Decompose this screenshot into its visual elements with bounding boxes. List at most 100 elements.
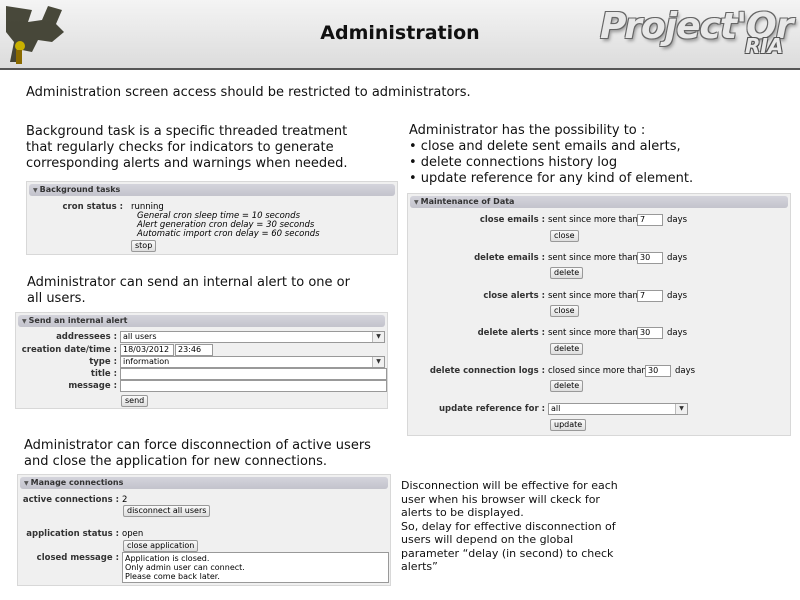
- import-cron-delay: Automatic import cron delay = 60 seconds: [137, 229, 320, 239]
- stop-cron-button[interactable]: stop: [131, 240, 157, 252]
- title-label: title :: [90, 369, 117, 379]
- update-reference-value: all: [551, 404, 561, 413]
- cron-status-label: cron status :: [62, 202, 123, 212]
- closed-message-line: Only admin user can connect.: [125, 563, 245, 572]
- collapse-arrow-icon: ▼: [24, 480, 29, 487]
- update-reference-select[interactable]: all ▼: [548, 403, 688, 415]
- active-connections-label: active connections :: [22, 495, 119, 505]
- panel-header[interactable]: ▼ Maintenance of Data: [410, 196, 788, 208]
- close-application-button[interactable]: close application: [123, 540, 199, 552]
- collapse-arrow-icon: ▼: [414, 199, 419, 206]
- delete-emails-text: sent since more than: [548, 253, 638, 263]
- bg-text-line: that regularly checks for indicators to …: [26, 140, 334, 155]
- close-emails-text: sent since more than: [548, 215, 638, 225]
- delete-alerts-days-input[interactable]: 30: [637, 327, 663, 339]
- close-emails-label: close emails :: [479, 215, 545, 225]
- maint-bullet: • close and delete sent emails and alert…: [409, 139, 681, 154]
- delete-emails-label: delete emails :: [474, 253, 545, 263]
- delete-logs-button[interactable]: delete: [550, 380, 584, 392]
- bg-text: Background task is a specific threaded t…: [26, 124, 348, 172]
- active-connections-count: 2: [122, 495, 128, 505]
- bg-text-line: Background task is a specific threaded t…: [26, 124, 348, 139]
- addressees-select[interactable]: all users ▼: [120, 331, 385, 343]
- disconnect-text-line: and close the application for new connec…: [24, 454, 328, 469]
- note-line: Disconnection will be effective for each: [401, 479, 618, 492]
- panel-header[interactable]: ▼ Manage connections: [20, 477, 388, 489]
- close-emails-button[interactable]: close: [550, 230, 579, 242]
- closed-message-line: Application is closed.: [125, 554, 210, 563]
- delete-logs-days-input[interactable]: 30: [645, 365, 671, 377]
- closed-message-label: closed message :: [36, 553, 119, 563]
- delete-emails-button[interactable]: delete: [550, 267, 584, 279]
- panel-header[interactable]: ▼ Background tasks: [29, 184, 395, 196]
- disconnect-text: Administrator can force disconnection of…: [24, 438, 371, 470]
- panel-header[interactable]: ▼ Send an internal alert: [18, 315, 385, 327]
- disconnect-text-line: Administrator can force disconnection of…: [24, 438, 371, 453]
- maint-text: Administrator has the possibility to : •…: [409, 123, 693, 187]
- maint-bullet: • update reference for any kind of eleme…: [409, 171, 694, 186]
- delete-alerts-text: sent since more than: [548, 328, 638, 338]
- chevron-down-icon: ▼: [372, 332, 384, 342]
- creation-date-label: creation date/time :: [21, 345, 117, 355]
- delete-emails-days-input[interactable]: 30: [637, 252, 663, 264]
- close-alerts-label: close alerts :: [483, 291, 545, 301]
- send-alert-button[interactable]: send: [121, 395, 149, 407]
- application-status-value: open: [122, 529, 144, 539]
- note-line: So, delay for effective disconnection of: [401, 519, 616, 533]
- addressees-value: all users: [123, 332, 157, 341]
- maint-text-line: Administrator has the possibility to :: [409, 123, 646, 138]
- internal-alert-panel: ▼ Send an internal alert addressees : all…: [15, 312, 388, 409]
- alert-text-line: all users.: [27, 291, 86, 306]
- collapse-arrow-icon: ▼: [33, 187, 38, 194]
- header: Administration Project'Or RIA: [0, 0, 800, 70]
- creation-date-input[interactable]: 18/03/2012: [120, 344, 174, 356]
- days-label: days: [667, 253, 688, 263]
- delete-alerts-label: delete alerts :: [477, 328, 545, 338]
- alert-text-line: Administrator can send an internal alert…: [27, 275, 350, 290]
- alert-text: Administrator can send an internal alert…: [27, 275, 350, 307]
- update-reference-button[interactable]: update: [550, 419, 587, 431]
- closed-message-textarea[interactable]: Application is closed. Only admin user c…: [122, 552, 389, 583]
- close-alerts-button[interactable]: close: [550, 305, 579, 317]
- note-line: alerts”: [401, 560, 438, 573]
- note-line: user when his browser will ckeck for: [401, 492, 600, 506]
- panel-title: Send an internal alert: [28, 316, 128, 325]
- maintenance-panel: ▼ Maintenance of Data close emails : sent…: [407, 193, 791, 436]
- days-label: days: [667, 291, 688, 301]
- days-label: days: [675, 366, 696, 376]
- update-reference-label: update reference for :: [438, 404, 545, 414]
- panel-title: Maintenance of Data: [420, 197, 515, 206]
- close-emails-days-input[interactable]: 7: [637, 214, 663, 226]
- background-tasks-panel: ▼ Background tasks cron status : running …: [26, 181, 398, 255]
- type-value: information: [123, 357, 170, 366]
- addressees-label: addressees :: [56, 332, 117, 342]
- delete-logs-text: closed since more than: [548, 366, 647, 376]
- type-label: type :: [89, 357, 117, 367]
- intro-text: Administration screen access should be r…: [26, 85, 471, 100]
- alert-message-input[interactable]: [120, 380, 387, 392]
- bg-text-line: corresponding alerts and warnings when n…: [26, 156, 348, 171]
- panel-title: Background tasks: [39, 185, 121, 194]
- delete-alerts-button[interactable]: delete: [550, 343, 584, 355]
- days-label: days: [667, 328, 688, 338]
- note-line: users will depend on the global: [401, 533, 574, 546]
- maint-bullet: • delete connections history log: [409, 155, 618, 170]
- brand-sub: RIA: [745, 34, 784, 58]
- chevron-down-icon: ▼: [675, 404, 687, 414]
- application-status-label: application status :: [26, 529, 119, 539]
- disconnection-note: Disconnection will be effective for each…: [401, 479, 618, 574]
- close-alerts-days-input[interactable]: 7: [637, 290, 663, 302]
- alert-title-input[interactable]: [120, 368, 387, 380]
- message-label: message :: [68, 381, 117, 391]
- creation-time-input[interactable]: 23:46: [175, 344, 213, 356]
- disconnect-all-button[interactable]: disconnect all users: [123, 505, 211, 517]
- type-select[interactable]: information ▼: [120, 356, 385, 368]
- collapse-arrow-icon: ▼: [22, 318, 27, 325]
- chevron-down-icon: ▼: [372, 357, 384, 367]
- panel-title: Manage connections: [30, 478, 124, 487]
- closed-message-line: Please come back later.: [125, 572, 220, 581]
- manage-connections-panel: ▼ Manage connections active connections :…: [17, 474, 391, 586]
- note-line: parameter “delay (in second) to check: [401, 546, 614, 560]
- note-line: alerts to be displayed.: [401, 506, 524, 519]
- delete-logs-label: delete connection logs :: [429, 366, 545, 376]
